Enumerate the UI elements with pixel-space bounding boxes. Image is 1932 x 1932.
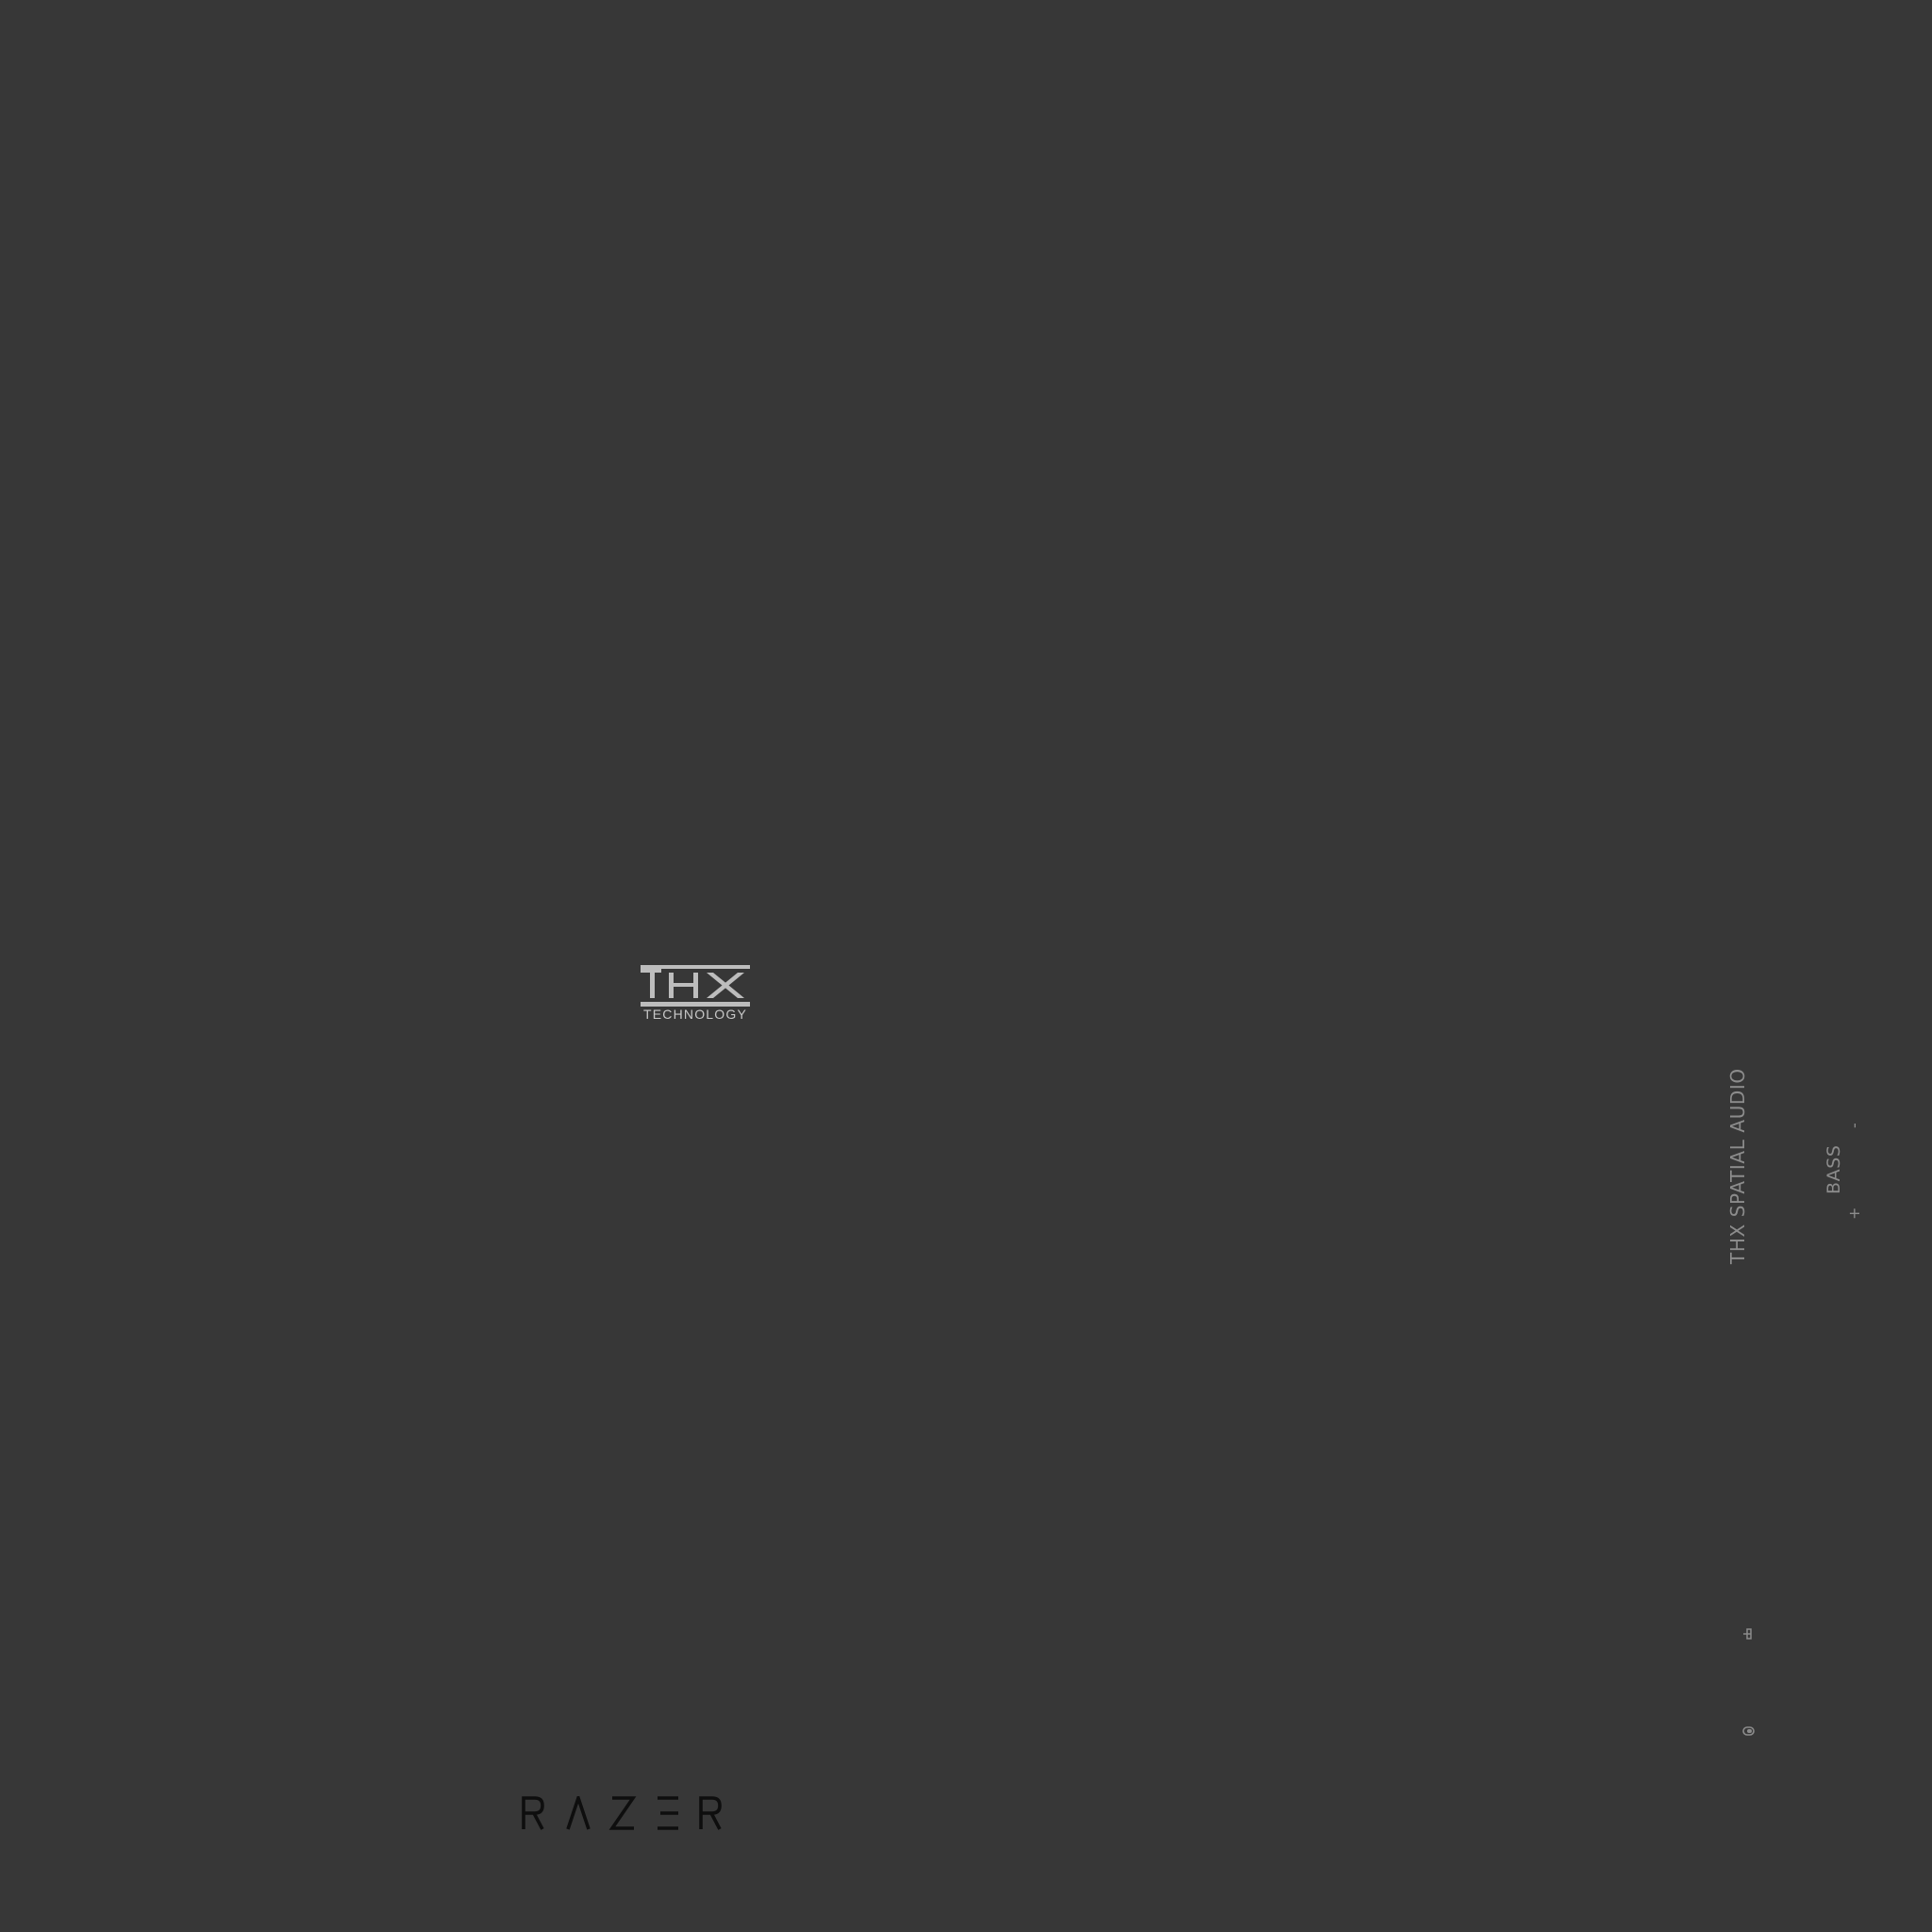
bass-decrease-button[interactable]: - xyxy=(1845,1123,1863,1128)
razer-wordmark-graphic xyxy=(522,1792,722,1830)
device-background: TECHNOLOGY THX SPATIAL AUDIO BASS - + xyxy=(0,0,1932,1932)
slider-icon[interactable] xyxy=(1741,1626,1753,1641)
razer-logo xyxy=(522,1792,722,1830)
bass-label: BASS xyxy=(1824,1144,1844,1194)
thx-wordmark-graphic xyxy=(641,965,750,1007)
thx-spatial-audio-button[interactable]: THX SPATIAL AUDIO xyxy=(1726,1068,1749,1264)
bass-increase-button[interactable]: + xyxy=(1845,1208,1863,1220)
mic-icon[interactable] xyxy=(1742,1723,1756,1736)
thx-technology-subtitle: TECHNOLOGY xyxy=(642,1007,747,1022)
thx-technology-logo: TECHNOLOGY xyxy=(641,965,750,1022)
